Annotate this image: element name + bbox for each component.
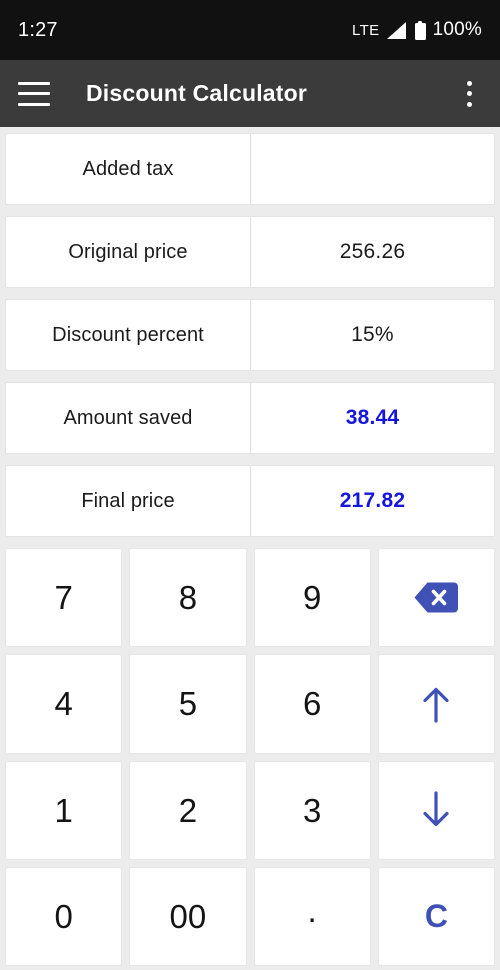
battery-full-icon [414,20,426,40]
key-2[interactable]: 2 [129,760,247,860]
key-5-label: 5 [178,685,198,723]
key-0[interactable]: 0 [5,866,123,966]
arrow-up-icon [419,684,453,724]
network-type-label: LTE [351,21,380,39]
row-label-cell: Original price [6,217,251,287]
key-3[interactable]: 3 [253,760,371,860]
key-clear[interactable]: C [377,866,495,966]
row-label-cell: Amount saved [6,383,251,453]
row-amount-saved[interactable]: Amount saved 38.44 [5,382,495,454]
app-bar: Discount Calculator [0,60,500,127]
key-5[interactable]: 5 [129,654,247,754]
key-backspace[interactable] [377,548,495,648]
battery-percent-label: 100% [432,19,482,40]
page-title: Discount Calculator [86,80,308,106]
row-label-cell: Discount percent [6,300,251,370]
row-value-cell[interactable]: 256.26 [251,217,494,287]
key-00[interactable]: 00 [129,866,247,966]
numeric-keypad: 7 8 9 4 5 6 1 2 3 0 00. C [0,548,500,970]
row-value-cell[interactable]: 217.82 [251,466,494,536]
key-8[interactable]: 8 [129,548,247,648]
row-label: Original price [68,240,188,263]
key-decimal[interactable]: . [253,866,371,966]
key-arrow-up[interactable] [377,654,495,754]
key-00-label: 00 [169,897,207,935]
key-0-label: 0 [54,897,73,935]
row-discount-percent[interactable]: Discount percent 15% [5,299,495,371]
row-label: Final price [81,489,175,512]
row-value: 217.82 [339,489,406,512]
signal-bars-icon [386,21,406,39]
key-3-label: 3 [302,791,322,829]
key-7-label: 7 [54,579,73,617]
row-label: Added tax [82,157,174,180]
row-label: Amount saved [63,406,193,429]
row-label: Discount percent [52,323,204,346]
arrow-down-icon [419,790,453,830]
more-vertical-icon[interactable] [454,77,484,111]
status-bar: 1:27 LTE 100% [0,0,500,60]
row-value: 256.26 [339,240,406,263]
key-arrow-down[interactable] [377,760,495,860]
key-4[interactable]: 4 [5,654,123,754]
key-6[interactable]: 6 [253,654,371,754]
status-time: 1:27 [18,18,58,41]
key-8-label: 8 [178,579,198,617]
key-2-label: 2 [178,791,198,829]
calculation-rows: Added tax Original price 256.26 Discount pe… [0,127,500,548]
key-7[interactable]: 7 [5,548,123,648]
key-9-label: 9 [302,579,322,617]
row-final-price[interactable]: Final price 217.82 [5,465,495,537]
key-decimal-label: . [307,891,317,929]
row-value: 38.44 [345,406,400,429]
row-value-cell[interactable]: 15% [251,300,494,370]
row-label-cell: Final price [6,466,251,536]
row-value-cell[interactable]: 38.44 [251,383,494,453]
key-6-label: 6 [302,685,322,723]
app-window: 1:27 LTE 100% Discount Calculator Added … [0,0,500,970]
status-indicators: LTE 100% [352,19,482,41]
key-9[interactable]: 9 [253,548,371,648]
key-clear-label: C [424,898,448,935]
row-label-cell: Added tax [6,134,251,204]
key-1[interactable]: 1 [5,760,123,860]
row-added-tax[interactable]: Added tax [5,133,495,205]
row-value: 15% [351,323,394,346]
row-value-cell[interactable] [251,134,494,204]
row-original-price[interactable]: Original price 256.26 [5,216,495,288]
hamburger-menu-icon[interactable] [18,81,50,106]
key-4-label: 4 [54,685,73,723]
backspace-icon [413,581,459,614]
key-1-label: 1 [54,791,73,829]
